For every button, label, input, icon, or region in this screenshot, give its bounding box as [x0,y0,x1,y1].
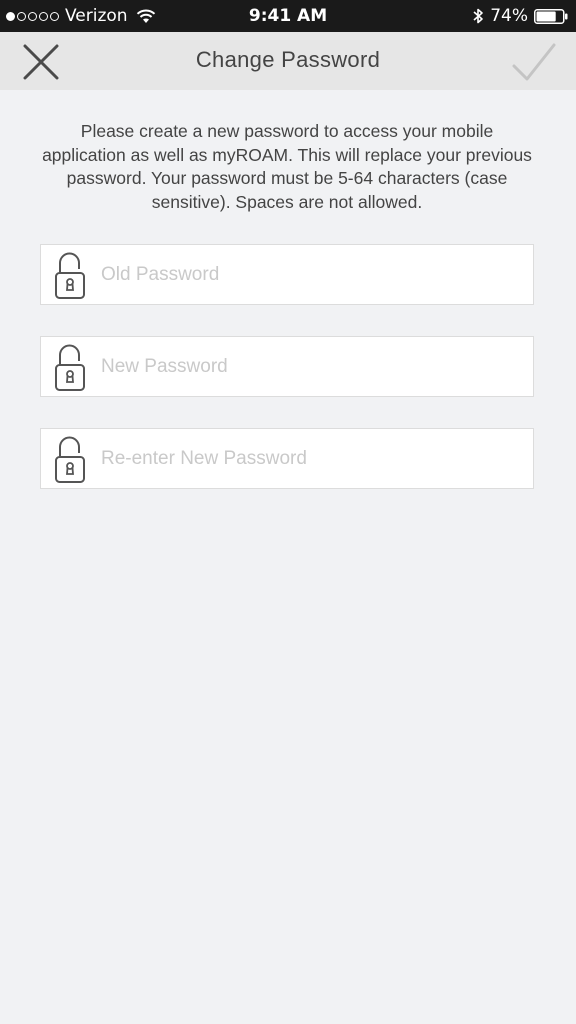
old-password-field[interactable] [40,244,534,305]
old-password-input[interactable] [101,245,521,304]
status-bar: Verizon 9:41 AM 74% [0,0,576,32]
bluetooth-icon [472,7,484,25]
new-password-input[interactable] [101,337,521,396]
nav-bar: Change Password [0,32,576,90]
lock-icon [55,436,85,483]
confirm-button[interactable] [510,38,558,86]
new-password-field[interactable] [40,336,534,397]
instructions-text: Please create a new password to access y… [42,121,532,212]
reenter-password-field[interactable] [40,428,534,489]
lock-icon [55,252,85,299]
checkmark-icon [512,43,556,81]
battery-percent: 74% [490,6,528,26]
page-title: Change Password [195,47,381,72]
lock-icon [55,344,85,391]
status-right: 74% [472,6,568,26]
battery-icon [534,8,568,24]
reenter-password-input[interactable] [101,429,521,488]
